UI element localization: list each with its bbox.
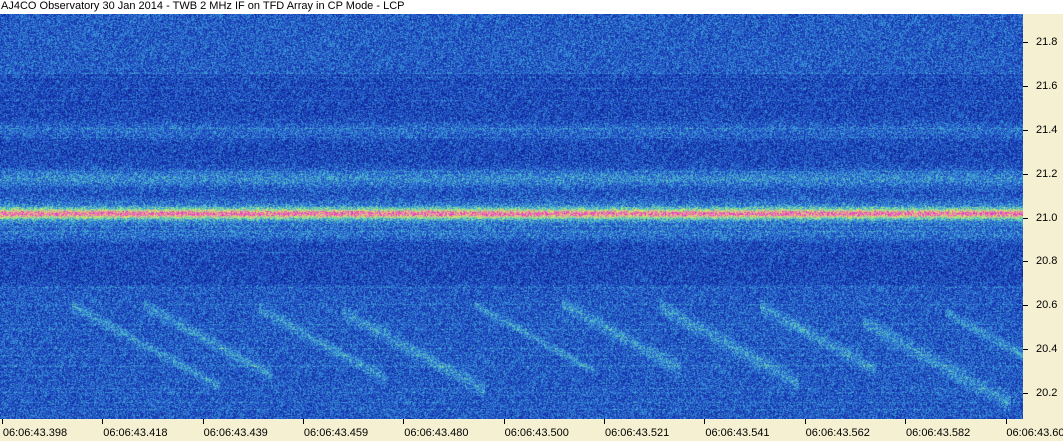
x-tick-mark	[102, 419, 104, 424]
x-tick-mark	[403, 419, 405, 424]
x-tick-mark	[704, 419, 706, 424]
x-tick-label: 06:06:43.582	[906, 427, 971, 439]
x-tick-mark	[804, 419, 806, 424]
y-tick-label: 21.4	[1036, 124, 1058, 137]
x-tick-label: 06:06:43.521	[604, 427, 670, 439]
y-axis-panel: 21.8 21.6 21.4 21.2 21.0 20.8 20.6 20.4 20.2	[1023, 14, 1063, 419]
y-tick-label: 20.6	[1036, 299, 1058, 312]
x-tick-label: 06:06:43.603	[1006, 427, 1063, 439]
y-tick-mark	[1023, 42, 1028, 44]
title-bar: AJ4CO Observatory 30 Jan 2014 - TWB 2 MH…	[0, 0, 1063, 14]
x-tick-label: 06:06:43.459	[303, 427, 369, 439]
y-tick-mark	[1023, 130, 1028, 132]
x-tick-mark	[303, 419, 305, 424]
x-tick-mark	[905, 419, 907, 424]
spectrogram-canvas	[0, 14, 1023, 419]
y-tick-label: 20.4	[1036, 342, 1058, 355]
y-tick-mark	[1023, 86, 1028, 88]
y-tick-mark	[1023, 348, 1028, 350]
y-tick-mark	[1023, 173, 1028, 175]
x-tick-label: 06:06:43.398	[2, 427, 68, 439]
x-axis-panel: 06:06:43.398 06:06:43.418 06:06:43.439 06:0…	[0, 419, 1063, 441]
y-tick-mark	[1023, 261, 1028, 263]
x-tick-mark	[604, 419, 606, 424]
y-tick-mark	[1023, 392, 1028, 394]
y-tick-label: 21.2	[1036, 167, 1058, 180]
y-tick-label: 21.6	[1036, 80, 1058, 93]
x-tick-label: 06:06:43.480	[404, 427, 469, 439]
y-tick-mark	[1023, 305, 1028, 307]
spectrogram-plot	[0, 14, 1023, 419]
chart-title: AJ4CO Observatory 30 Jan 2014 - TWB 2 MH…	[1, 0, 405, 12]
x-tick-label: 06:06:43.418	[103, 427, 168, 439]
y-tick-label: 20.2	[1036, 386, 1058, 399]
x-tick-mark	[202, 419, 204, 424]
x-tick-label: 06:06:43.500	[504, 427, 569, 439]
y-tick-label: 21.0	[1036, 211, 1058, 224]
x-tick-label: 06:06:43.541	[705, 427, 770, 439]
y-tick-label: 21.8	[1036, 36, 1058, 49]
x-tick-label: 06:06:43.562	[805, 427, 870, 439]
x-tick-mark	[1005, 419, 1007, 424]
y-tick-label: 20.8	[1036, 255, 1058, 268]
y-tick-mark	[1023, 217, 1028, 219]
x-tick-label: 06:06:43.439	[203, 427, 268, 439]
x-tick-mark	[503, 419, 505, 424]
x-tick-mark	[2, 419, 3, 424]
